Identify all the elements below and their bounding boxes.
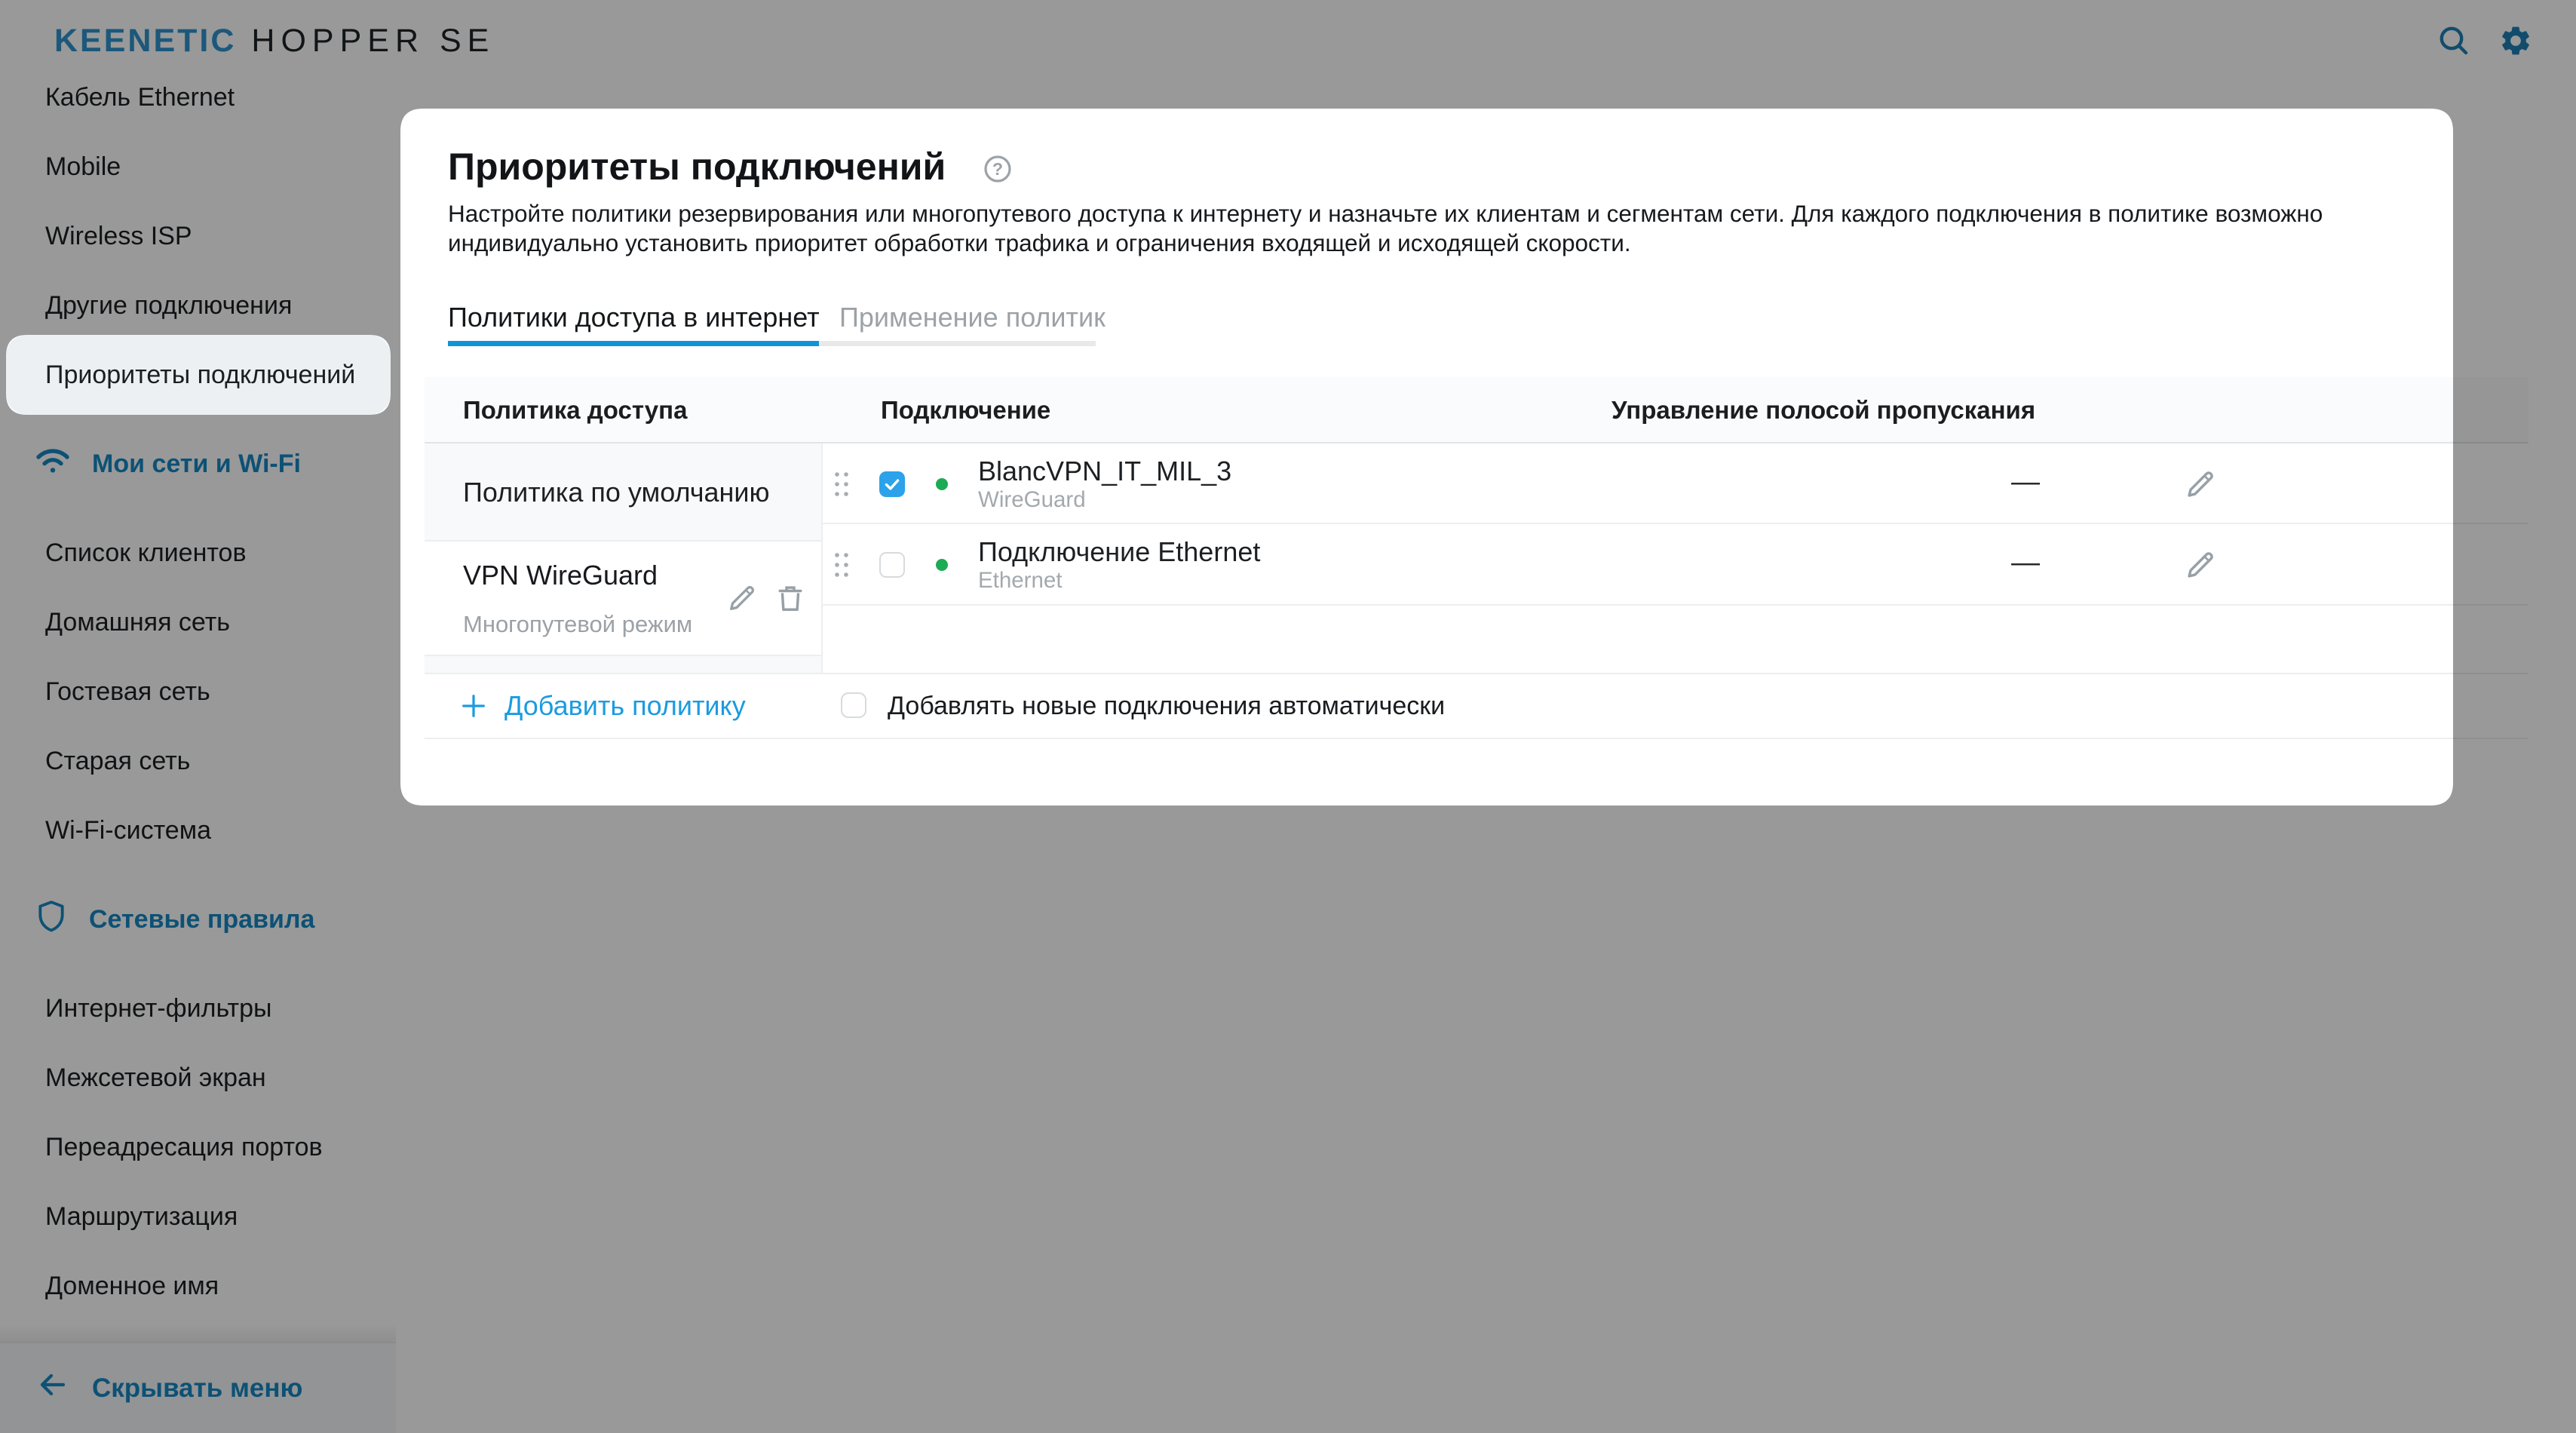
drag-handle-icon[interactable] (832, 551, 851, 579)
policy-name: VPN WireGuard (463, 560, 658, 591)
sidebar-item-domain-name[interactable]: Доменное имя (0, 1251, 396, 1321)
divider (425, 442, 2528, 443)
connection-checkbox[interactable] (879, 552, 905, 578)
add-policy-label: Добавить политику (504, 690, 746, 722)
gear-icon[interactable] (2498, 23, 2534, 59)
sidebar-item-firewall[interactable]: Межсетевой экран (0, 1043, 396, 1112)
table-bottom-row: Добавить политику Добавлять новые подклю… (425, 673, 2528, 739)
bandwidth-value: — (2011, 547, 2040, 579)
divider (425, 655, 821, 656)
arrow-left-icon (33, 1367, 69, 1410)
divider (821, 523, 2528, 524)
tab-access-policies[interactable]: Политики доступа в интернет (448, 302, 820, 333)
sidebar-item-wireless-isp[interactable]: Wireless ISP (0, 201, 396, 271)
sidebar-nav: Кабель Ethernet Mobile Wireless ISP Друг… (0, 63, 396, 1321)
status-connected-icon (936, 478, 948, 490)
connection-row-ethernet: Подключение Ethernet Ethernet — (821, 524, 2528, 606)
logo-model: HOPPER SE (251, 23, 495, 60)
connection-name: BlancVPN_IT_MIL_3 (978, 456, 1231, 487)
sidebar-item-wifi-system[interactable]: Wi-Fi-система (0, 796, 396, 865)
delete-icon[interactable] (773, 581, 808, 615)
connection-row-blancvpn: BlancVPN_IT_MIL_3 WireGuard — (821, 443, 2528, 524)
auto-add-label: Добавлять новые подключения автоматическ… (888, 673, 1445, 739)
policy-default[interactable]: Политика по умолчанию (463, 443, 769, 542)
svg-text:?: ? (992, 159, 1003, 179)
column-header-policy: Политика доступа (463, 377, 687, 443)
sidebar-item-port-forwarding[interactable]: Переадресация портов (0, 1112, 396, 1182)
divider (425, 540, 821, 542)
column-header-bandwidth: Управление полосой пропускания (1612, 377, 2035, 443)
tab-underline-active (448, 341, 819, 346)
hide-menu-label: Скрывать меню (92, 1373, 302, 1404)
wifi-icon (35, 446, 71, 483)
hide-menu-button[interactable]: Скрывать меню (0, 1342, 396, 1433)
divider (425, 738, 2528, 739)
page-description: Настройте политики резервирования или мн… (448, 199, 2454, 258)
sidebar-section-network-rules[interactable]: Сетевые правила (0, 885, 396, 954)
edit-icon[interactable] (2183, 548, 2218, 582)
edit-icon[interactable] (2183, 467, 2218, 502)
sidebar: Кабель Ethernet Mobile Wireless ISP Друг… (0, 0, 396, 1433)
divider (821, 604, 2528, 606)
sidebar-item-home-network[interactable]: Домашняя сеть (0, 588, 396, 657)
page-title: Приоритеты подключений (448, 145, 946, 189)
sidebar-item-client-list[interactable]: Список клиентов (0, 518, 396, 588)
tab-policy-assignment[interactable]: Применение политик (839, 302, 1106, 333)
connection-name: Подключение Ethernet (978, 536, 1260, 568)
sidebar-item-routing[interactable]: Маршрутизация (0, 1182, 396, 1251)
connection-checkbox[interactable] (879, 471, 905, 497)
drag-handle-icon[interactable] (832, 470, 851, 499)
status-connected-icon (936, 559, 948, 571)
connection-type: Ethernet (978, 568, 1260, 594)
table-header (425, 377, 2528, 443)
column-divider (821, 443, 823, 673)
search-icon[interactable] (2436, 23, 2472, 59)
policies-table: Политика доступа Подключение Управление … (425, 377, 2528, 805)
policy-vpn-wireguard[interactable]: VPN WireGuard Многопутевой режим (425, 542, 821, 655)
edit-icon[interactable] (725, 581, 759, 615)
plus-icon (459, 692, 488, 720)
sidebar-item-connection-priorities[interactable]: Приоритеты подключений (0, 340, 396, 410)
keenetic-logo: KEENETIC HOPPER SE (54, 0, 495, 81)
column-header-connection: Подключение (881, 377, 1050, 443)
bandwidth-value: — (2011, 466, 2040, 499)
sidebar-item-mobile[interactable]: Mobile (0, 132, 396, 201)
tab-underline-rest (819, 341, 1096, 346)
question-icon[interactable]: ? (983, 154, 1013, 184)
sidebar-section-label: Мои сети и Wi-Fi (92, 450, 301, 479)
auto-add-checkbox[interactable] (841, 692, 866, 718)
divider (425, 673, 2528, 674)
shield-icon (35, 899, 68, 941)
sidebar-item-legacy-network[interactable]: Старая сеть (0, 726, 396, 796)
topbar: KEENETIC HOPPER SE (0, 0, 2576, 81)
sidebar-section-my-networks[interactable]: Мои сети и Wi-Fi (0, 429, 396, 499)
logo-brand: KEENETIC (54, 23, 236, 60)
sidebar-item-internet-filters[interactable]: Интернет-фильтры (0, 974, 396, 1043)
policy-subtitle: Многопутевой режим (463, 611, 692, 638)
sidebar-item-other-connections[interactable]: Другие подключения (0, 271, 396, 340)
sidebar-section-label: Сетевые правила (89, 905, 314, 934)
sidebar-item-guest-network[interactable]: Гостевая сеть (0, 657, 396, 726)
connection-type: WireGuard (978, 487, 1231, 513)
add-policy-button[interactable]: Добавить политику (459, 673, 746, 739)
